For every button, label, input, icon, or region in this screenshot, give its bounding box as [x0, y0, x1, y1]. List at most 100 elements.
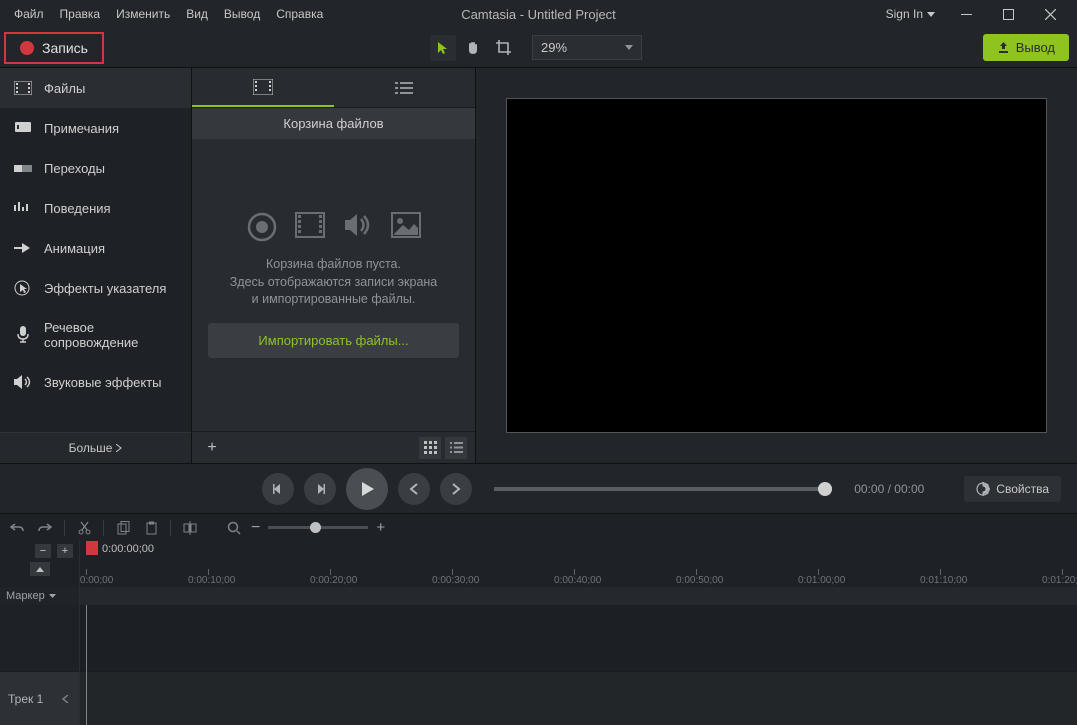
- media-bin-header: Корзина файлов: [192, 108, 475, 139]
- menu-bar: Файл Правка Изменить Вид Вывод Справка C…: [0, 0, 1077, 28]
- paste-button[interactable]: [142, 519, 160, 537]
- zoom-in-button[interactable]: +: [376, 519, 385, 536]
- zoom-select[interactable]: 29%: [532, 35, 642, 60]
- marker-lane[interactable]: [80, 587, 1077, 605]
- menu-output[interactable]: Вывод: [216, 3, 268, 25]
- timeline-collapse-button[interactable]: [30, 562, 50, 576]
- sidebar: Файлы Примечания Переходы Поведения Аним…: [0, 68, 192, 463]
- menu-view[interactable]: Вид: [178, 3, 216, 25]
- media-bin-icon: [14, 80, 32, 96]
- media-empty-text: Корзина файлов пуста. Здесь отображаются…: [230, 256, 438, 309]
- sidebar-item-animation[interactable]: Анимация: [0, 228, 191, 268]
- record-icon: [20, 41, 34, 55]
- sign-in-button[interactable]: Sign In: [876, 3, 945, 25]
- timeline: − + 0:00:00;00 0:00:00;000:00:10;000:00:…: [0, 541, 1077, 725]
- media-tab-library[interactable]: [334, 68, 476, 107]
- step-forward-button[interactable]: [440, 473, 472, 505]
- list-icon: [450, 441, 463, 454]
- sidebar-item-files[interactable]: Файлы: [0, 68, 191, 108]
- media-type-icons: [247, 212, 421, 242]
- menu-modify[interactable]: Изменить: [108, 3, 178, 25]
- main-area: Файлы Примечания Переходы Поведения Аним…: [0, 68, 1077, 463]
- crop-tool[interactable]: [490, 35, 516, 61]
- caret-down-icon: [625, 45, 633, 50]
- export-button[interactable]: Вывод: [983, 34, 1069, 61]
- sidebar-item-voice[interactable]: Речевое сопровождение: [0, 308, 191, 362]
- video-icon: [295, 212, 325, 238]
- cut-button[interactable]: [75, 519, 93, 537]
- copy-button[interactable]: [114, 519, 132, 537]
- zoom-out-button[interactable]: −: [251, 519, 260, 537]
- media-tab-bin[interactable]: [192, 68, 334, 107]
- cursor-tool[interactable]: [430, 35, 456, 61]
- sidebar-item-label: Звуковые эффекты: [44, 375, 162, 390]
- sidebar-item-annotations[interactable]: Примечания: [0, 108, 191, 148]
- record-label: Запись: [42, 40, 88, 56]
- media-bin-icon: [253, 79, 273, 95]
- image-icon: [391, 212, 421, 238]
- cursor-effect-icon: [14, 280, 32, 296]
- hand-tool[interactable]: [460, 35, 486, 61]
- media-panel: Корзина файлов Корзина файлов пуста. Зде…: [192, 68, 476, 463]
- sidebar-more-button[interactable]: Больше: [0, 432, 191, 463]
- playhead-line: [86, 605, 87, 725]
- timeline-toolbar: − +: [0, 513, 1077, 541]
- chevron-right-icon: [116, 444, 122, 452]
- step-back-button[interactable]: [398, 473, 430, 505]
- window-maximize-button[interactable]: [987, 0, 1029, 28]
- list-icon: [395, 81, 413, 95]
- playback-scrubber[interactable]: [494, 487, 832, 491]
- sidebar-item-label: Файлы: [44, 81, 85, 96]
- timeline-zoom-slider[interactable]: [268, 526, 368, 529]
- window-close-button[interactable]: [1029, 0, 1071, 28]
- annotation-icon: [14, 120, 32, 136]
- menu-edit[interactable]: Правка: [52, 3, 109, 25]
- split-button[interactable]: [181, 519, 199, 537]
- play-button[interactable]: [346, 468, 388, 510]
- undo-button[interactable]: [8, 519, 26, 537]
- menu-help[interactable]: Справка: [268, 3, 331, 25]
- sidebar-item-cursor-effects[interactable]: Эффекты указателя: [0, 268, 191, 308]
- prev-frame-button[interactable]: [262, 473, 294, 505]
- microphone-icon: [14, 327, 32, 343]
- marker-row-label[interactable]: Маркер: [0, 587, 80, 605]
- add-media-button[interactable]: +: [200, 436, 224, 460]
- sidebar-item-behaviors[interactable]: Поведения: [0, 188, 191, 228]
- transition-icon: [14, 160, 32, 176]
- sound-icon: [14, 374, 32, 390]
- list-view-button[interactable]: [445, 437, 467, 459]
- main-toolbar: Запись 29% Вывод: [0, 28, 1077, 68]
- timeline-plus-button[interactable]: +: [57, 544, 73, 558]
- window-minimize-button[interactable]: [945, 0, 987, 28]
- properties-button[interactable]: Свойства: [964, 476, 1061, 502]
- animation-icon: [14, 240, 32, 256]
- tracks-area[interactable]: [80, 605, 1077, 725]
- track-lane-1[interactable]: [80, 671, 1077, 725]
- preview-canvas[interactable]: [506, 98, 1047, 433]
- redo-button[interactable]: [36, 519, 54, 537]
- time-display: 00:00 / 00:00: [854, 482, 924, 496]
- sidebar-item-label: Переходы: [44, 161, 105, 176]
- zoom-fit-button[interactable]: [225, 519, 243, 537]
- sidebar-item-transitions[interactable]: Переходы: [0, 148, 191, 188]
- sidebar-item-label: Речевое сопровождение: [44, 320, 177, 350]
- playhead[interactable]: [86, 541, 98, 555]
- record-button[interactable]: Запись: [4, 32, 104, 64]
- chevron-left-icon: [61, 695, 71, 703]
- gear-icon: [976, 482, 990, 496]
- track-header-1[interactable]: Трек 1: [0, 671, 79, 725]
- upload-icon: [997, 41, 1010, 54]
- sidebar-item-label: Анимация: [44, 241, 105, 256]
- import-files-button[interactable]: Импортировать файлы...: [208, 323, 459, 358]
- grid-view-button[interactable]: [419, 437, 441, 459]
- timeline-ruler[interactable]: 0:00:00;00 0:00:00;000:00:10;000:00:20;0…: [80, 541, 1077, 587]
- sidebar-item-sound-effects[interactable]: Звуковые эффекты: [0, 362, 191, 402]
- next-frame-button[interactable]: [304, 473, 336, 505]
- canvas-area: [476, 68, 1077, 463]
- grid-icon: [424, 441, 437, 454]
- sidebar-item-label: Эффекты указателя: [44, 281, 166, 296]
- record-icon: [247, 212, 277, 242]
- menu-file[interactable]: Файл: [6, 3, 52, 25]
- behavior-icon: [14, 200, 32, 216]
- timeline-minus-button[interactable]: −: [35, 544, 51, 558]
